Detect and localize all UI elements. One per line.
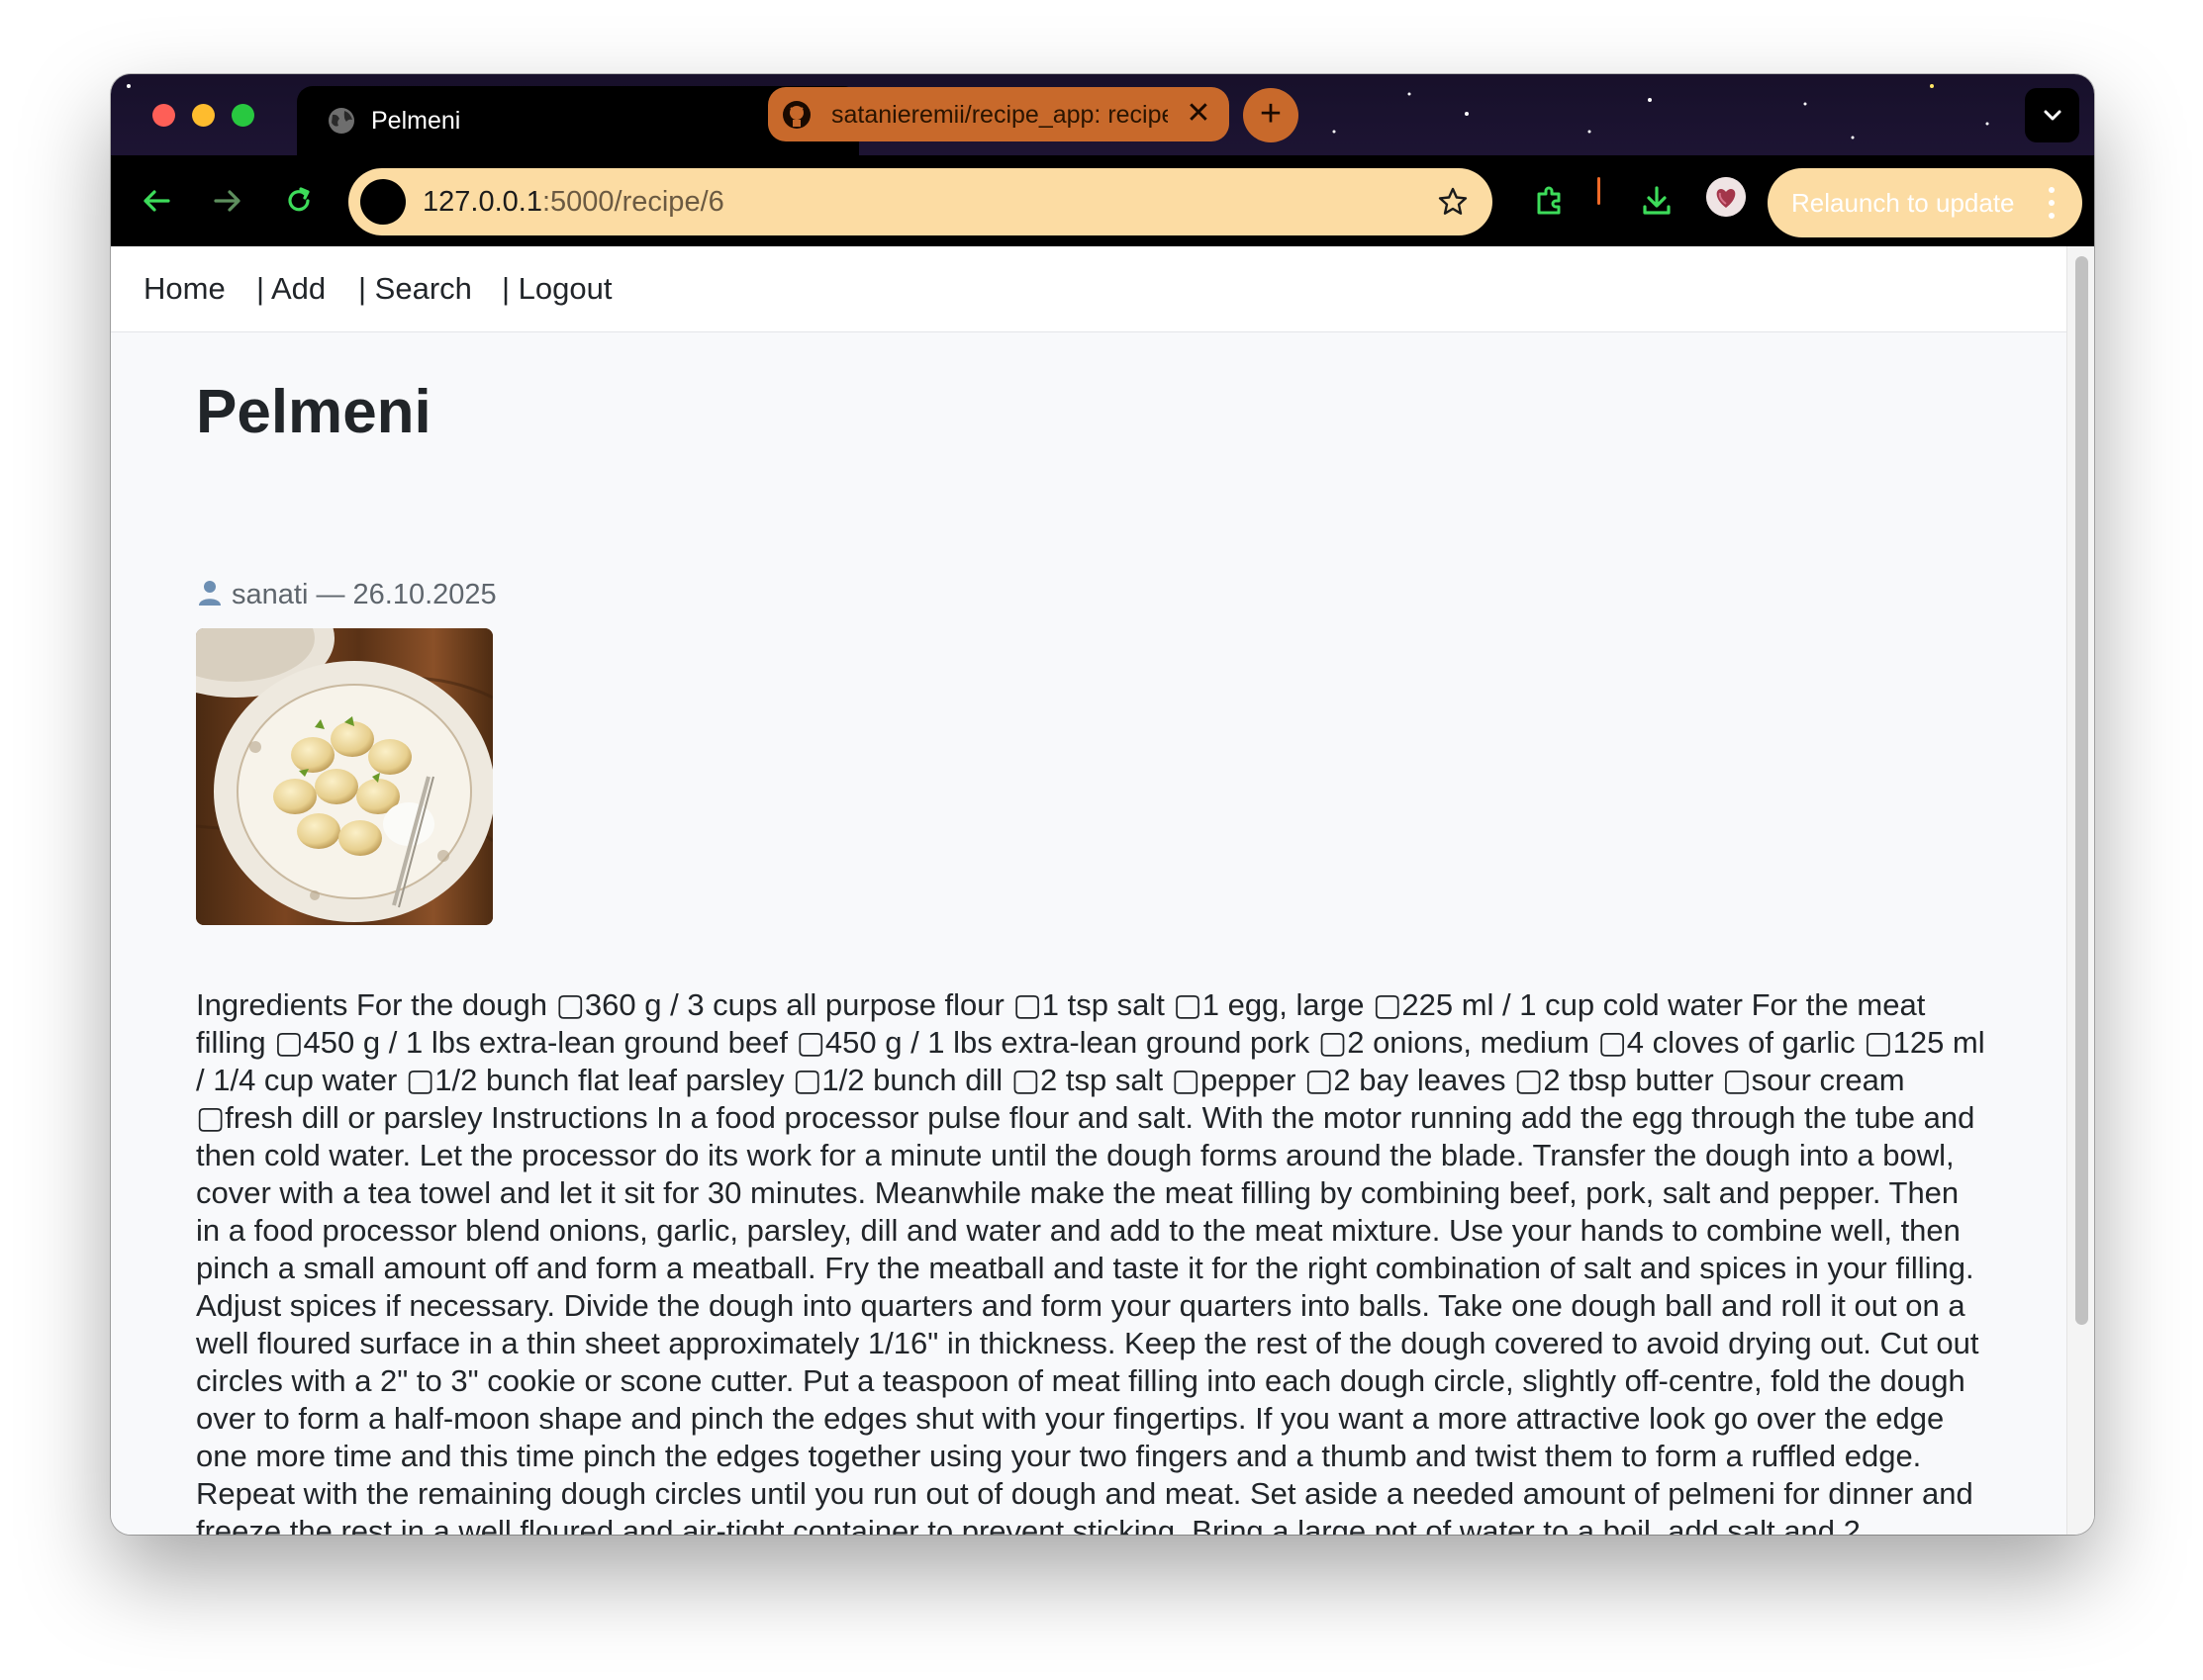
scrollbar-thumb[interactable] bbox=[2075, 256, 2088, 1325]
bookmark-star-icon[interactable] bbox=[1437, 186, 1469, 218]
relaunch-to-update-button[interactable]: Relaunch to update bbox=[1768, 168, 2082, 237]
user-icon bbox=[199, 581, 221, 606]
tab-title: satanieremii/recipe_app: recipe bbox=[831, 101, 1168, 129]
chevron-down-icon bbox=[2044, 110, 2061, 121]
reload-icon[interactable] bbox=[281, 183, 317, 219]
tab-close-icon[interactable]: ✕ bbox=[1182, 97, 1215, 131]
recipe-date: 26.10.2025 bbox=[352, 579, 497, 610]
address-url[interactable]: 127.0.0.1:5000/recipe/6 bbox=[423, 186, 724, 218]
address-bar[interactable]: 127.0.0.1:5000/recipe/6 bbox=[348, 168, 1492, 235]
recipe-body-text: Ingredients For the dough ▢360 g / 3 cup… bbox=[196, 987, 1985, 1535]
page-viewport: Home | Add | Search | Logout Pelmeni san… bbox=[111, 246, 2094, 1535]
profile-avatar[interactable] bbox=[1706, 177, 1746, 217]
date-separator: — bbox=[316, 579, 345, 610]
recipe-meta: sanati — 26.10.2025 bbox=[196, 577, 497, 612]
pelmeni-photo bbox=[196, 628, 493, 925]
globe-icon bbox=[329, 108, 354, 134]
forward-arrow-icon[interactable] bbox=[210, 183, 245, 219]
window-minimize-button[interactable] bbox=[192, 104, 215, 127]
back-arrow-icon[interactable] bbox=[139, 183, 174, 219]
download-icon[interactable] bbox=[1639, 183, 1675, 219]
url-host: 127.0.0.1 bbox=[423, 186, 542, 218]
relaunch-label: Relaunch to update bbox=[1791, 188, 2015, 218]
recipe-author: sanati bbox=[232, 579, 309, 610]
desktop: Pelmeni ✕ satanieremii/recipe_app: recip… bbox=[0, 0, 2203, 1680]
tab-title: Pelmeni bbox=[371, 107, 461, 135]
more-menu-icon[interactable] bbox=[2047, 184, 2057, 222]
recipe-image bbox=[196, 628, 493, 925]
page-scrollbar[interactable] bbox=[2066, 246, 2094, 1535]
site-navbar: Home | Add | Search | Logout bbox=[111, 246, 2066, 332]
nav-add-link[interactable]: | Add bbox=[256, 270, 326, 308]
heart-icon bbox=[1706, 177, 1746, 217]
window-close-button[interactable] bbox=[152, 104, 175, 127]
tab-strip: Pelmeni ✕ satanieremii/recipe_app: recip… bbox=[111, 74, 2094, 155]
github-icon bbox=[783, 101, 811, 129]
nav-search-link[interactable]: | Search bbox=[358, 270, 472, 308]
nav-logout-link[interactable]: | Logout bbox=[502, 270, 612, 308]
tab-search-button[interactable] bbox=[2025, 88, 2079, 142]
extensions-puzzle-icon[interactable] bbox=[1532, 183, 1568, 219]
url-path: :5000/recipe/6 bbox=[541, 186, 724, 218]
page-title: Pelmeni bbox=[196, 378, 431, 446]
tab-github-recipe-app[interactable]: satanieremii/recipe_app: recipe ✕ bbox=[768, 87, 1229, 141]
new-tab-button[interactable]: + bbox=[1243, 88, 1298, 142]
site-info-icon[interactable] bbox=[360, 179, 406, 225]
window-maximize-button[interactable] bbox=[232, 104, 254, 127]
nav-home-link[interactable]: Home bbox=[144, 270, 226, 308]
browser-window: Pelmeni ✕ satanieremii/recipe_app: recip… bbox=[111, 74, 2094, 1535]
toolbar-divider bbox=[1597, 177, 1600, 205]
